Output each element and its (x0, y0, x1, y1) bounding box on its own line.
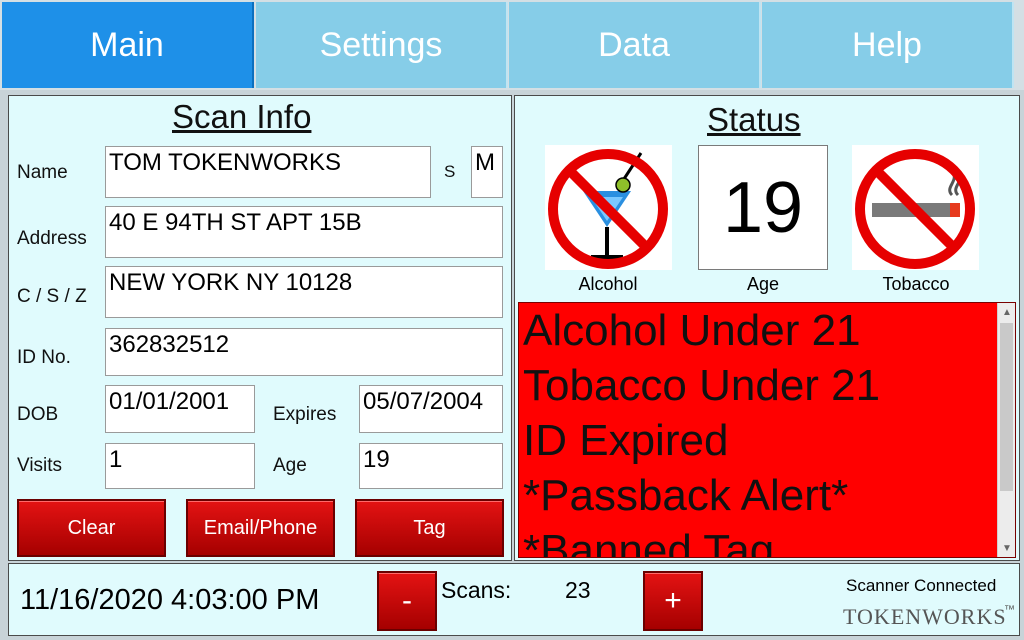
tab-data[interactable]: Data (509, 2, 761, 88)
tab-bar: Main Settings Data Help (0, 0, 1024, 90)
visits-label: Visits (17, 455, 63, 476)
tab-main[interactable]: Main (2, 2, 254, 88)
address-field[interactable]: 40 E 94TH ST APT 15B (105, 206, 503, 258)
no-smoking-icon (852, 145, 979, 270)
scanner-status: Scanner Connected (846, 576, 997, 595)
alert-scrollbar[interactable]: ▲ ▼ (997, 303, 1015, 557)
clear-button[interactable]: Clear (17, 499, 166, 557)
dob-label: DOB (17, 404, 59, 425)
tab-settings[interactable]: Settings (256, 2, 508, 88)
alert-line: *Passback Alert* (523, 471, 849, 520)
tag-button[interactable]: Tag (355, 499, 504, 557)
sex-label: S (444, 162, 456, 181)
age-field[interactable]: 19 (359, 443, 503, 489)
scans-count: 23 (565, 577, 591, 603)
status-title: Status (707, 101, 801, 138)
csz-field[interactable]: NEW YORK NY 10128 (105, 266, 503, 318)
name-field[interactable]: TOM TOKENWORKS (105, 146, 431, 198)
alert-box[interactable]: Alcohol Under 21 Tobacco Under 21 ID Exp… (518, 302, 1016, 558)
scans-label: Scans: (441, 577, 512, 603)
name-label: Name (17, 162, 68, 183)
alert-line: *Banned Tag (523, 526, 775, 558)
address-label: Address (17, 228, 87, 249)
dob-field[interactable]: 01/01/2001 (105, 385, 255, 433)
csz-label: C / S / Z (17, 286, 87, 307)
alcohol-label: Alcohol (578, 274, 638, 294)
tobacco-label: Tobacco (882, 274, 950, 294)
alert-line: ID Expired (523, 416, 729, 465)
id-label: ID No. (17, 347, 71, 368)
datetime-display: 11/16/2020 4:03:00 PM (20, 584, 320, 616)
tokenworks-logo: TOKENWORKS ™ (835, 604, 1017, 634)
status-age-box: 19 (698, 145, 828, 270)
scroll-down-icon[interactable]: ▼ (998, 539, 1015, 557)
scroll-thumb[interactable] (1000, 323, 1013, 491)
status-age-label: Age (746, 274, 780, 294)
scroll-up-icon[interactable]: ▲ (998, 303, 1015, 321)
sex-field[interactable]: M (471, 146, 503, 198)
id-field[interactable]: 362832512 (105, 328, 503, 376)
expires-field[interactable]: 05/07/2004 (359, 385, 503, 433)
alert-line: Tobacco Under 21 (523, 361, 881, 410)
expires-label: Expires (273, 404, 337, 425)
email-phone-button[interactable]: Email/Phone (186, 499, 335, 557)
age-label: Age (273, 455, 307, 476)
scan-info-title: Scan Info (172, 98, 312, 135)
alert-line: Alcohol Under 21 (523, 306, 861, 355)
tab-help[interactable]: Help (762, 2, 1014, 88)
logo-wordmark: TOKENWORKS (843, 604, 1007, 629)
scan-info-panel: Scan Info Name TOM TOKENWORKS S M Addres… (8, 95, 512, 561)
visits-field[interactable]: 1 (105, 443, 255, 489)
scans-decrement-button[interactable]: - (377, 571, 437, 631)
scans-increment-button[interactable]: + (643, 571, 703, 631)
no-alcohol-icon (545, 145, 672, 270)
bottom-bar: 11/16/2020 4:03:00 PM - Scans: 23 + Scan… (8, 563, 1020, 636)
logo-tm: ™ (1004, 604, 1015, 616)
status-panel: Status Alcohol 19 Age Tobacco Alcohol Un… (514, 95, 1020, 561)
